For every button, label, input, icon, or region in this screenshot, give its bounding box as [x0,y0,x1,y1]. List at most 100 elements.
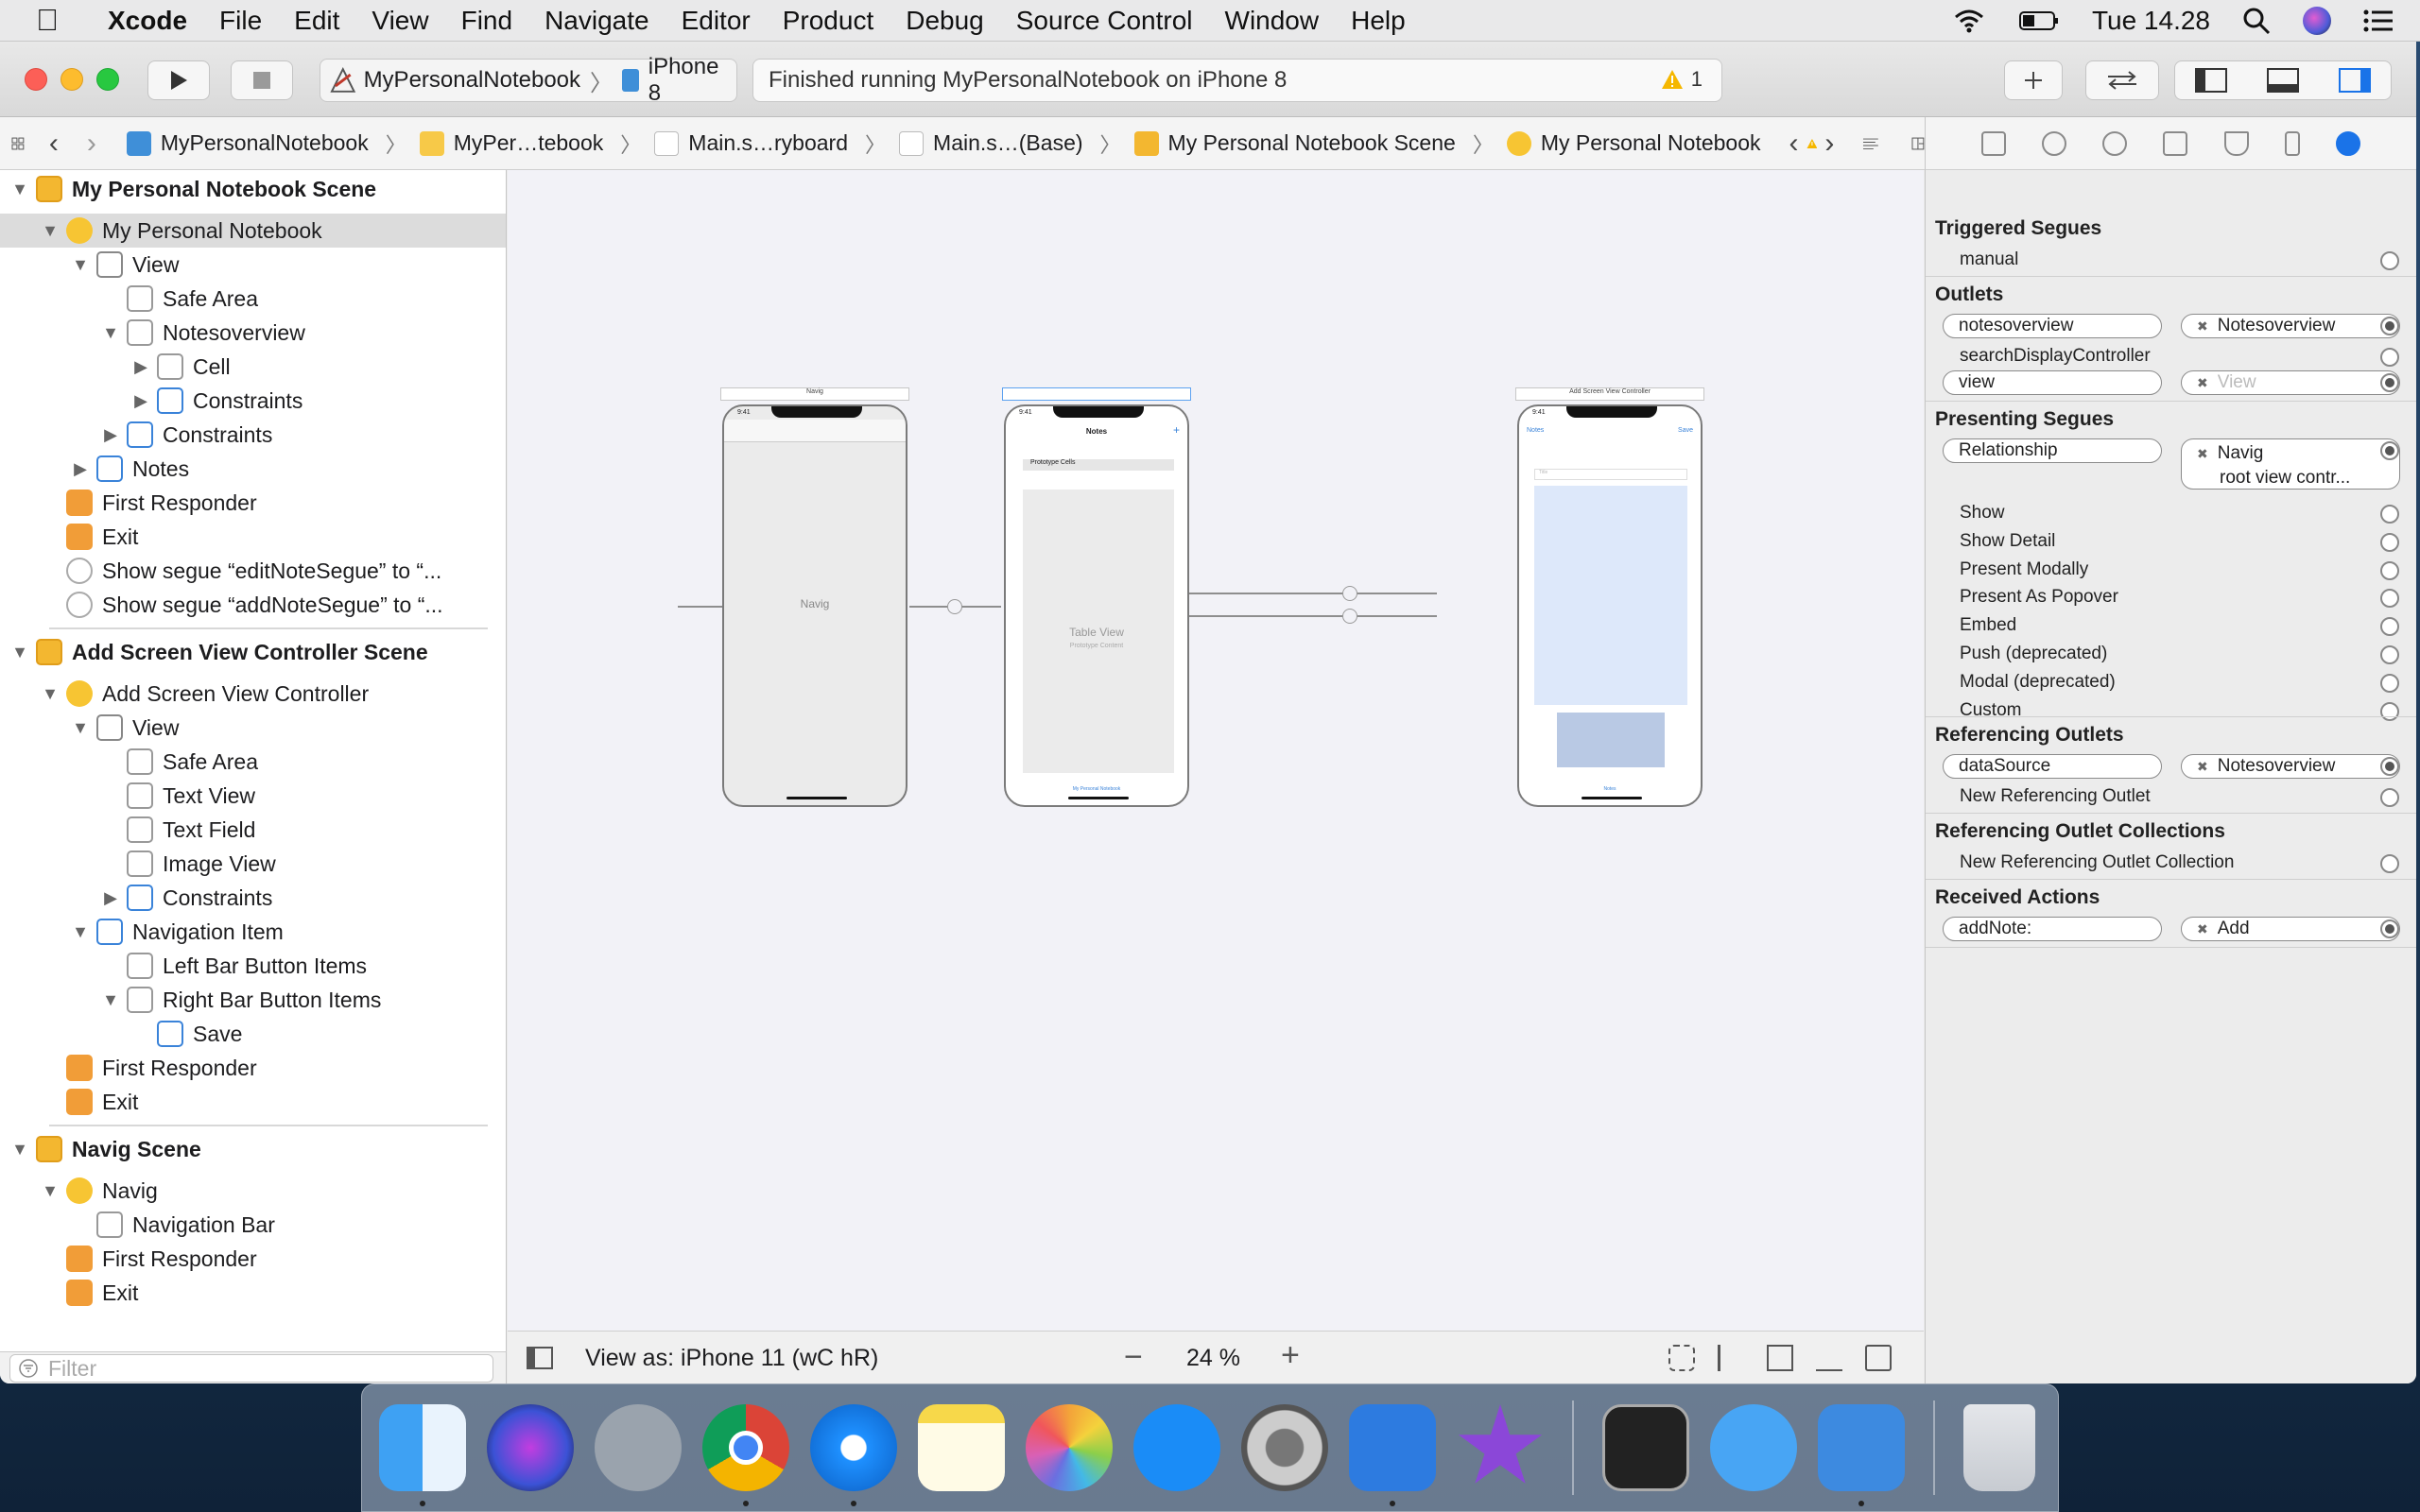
outline-row[interactable]: Safe Area [0,282,506,316]
presenting-segue-connector[interactable] [2380,701,2399,721]
add-note-connector[interactable] [2380,919,2399,938]
disclosure-expanded-icon[interactable]: ▼ [72,922,89,942]
related-items-icon[interactable] [11,130,25,157]
size-inspector-icon[interactable] [2284,130,2300,156]
identity-inspector-icon[interactable] [2163,130,2188,156]
add-screen-scene-dock[interactable]: Add Screen View Controller [1515,387,1704,401]
relationship-segue[interactable]: Relationship [1943,438,2162,463]
debug-area-toggle-icon[interactable] [2267,68,2299,93]
notesoverview-connector[interactable] [2380,317,2399,335]
previous-issue-icon[interactable]: ‹ [1789,128,1799,160]
minimize-window-button[interactable] [60,68,83,91]
outline-row[interactable]: ▶ Notes [0,452,506,486]
manual-segue-connector[interactable] [2380,251,2399,270]
view-outlet-connector[interactable] [2380,373,2399,392]
outline-row[interactable]: First Responder [0,1051,506,1085]
zoom-level[interactable]: 24 % [1186,1345,1240,1372]
menu-edit[interactable]: Edit [294,6,339,36]
notesoverview-outlet-target[interactable]: ✖ Notesoverview [2181,314,2400,338]
disclosure-expanded-icon[interactable]: ▼ [42,221,59,241]
add-constraints-icon[interactable] [1767,1345,1793,1371]
outline-row[interactable]: ▼ Add Screen View Controller [0,677,506,711]
forward-chevron-icon[interactable]: › [87,128,96,160]
crumb-storyboard[interactable]: Main.s…ryboard 〉 [654,129,886,159]
editor-options-icon[interactable] [1862,131,1879,156]
align-icon[interactable] [1718,1345,1744,1371]
disclosure-expanded-icon[interactable]: ▼ [11,1140,28,1160]
outline-row[interactable]: ▼ My Personal Notebook Scene [0,172,506,206]
add-note-segue-line[interactable] [1189,615,1437,617]
outline-row[interactable]: Show segue “editNoteSegue” to “... [0,554,506,588]
outline-row[interactable]: ▼ View [0,248,506,282]
outline-row[interactable]: ▶ Constraints [0,881,506,915]
outline-row[interactable]: Exit [0,520,506,554]
update-frames-icon[interactable] [1668,1345,1695,1371]
terminal-icon[interactable] [1602,1404,1689,1491]
disclosure-expanded-icon[interactable]: ▼ [11,180,28,199]
outline-row[interactable]: ▼ View [0,711,506,745]
datasource-outlet[interactable]: dataSource [1943,754,2162,779]
simulator-icon[interactable] [1818,1404,1905,1506]
outline-row[interactable]: ▶ Cell [0,350,506,384]
search-display-controller-connector[interactable] [2380,348,2399,367]
outline-row[interactable]: ▼ Navig Scene [0,1132,506,1166]
add-editor-icon[interactable] [1911,130,1925,157]
code-review-button[interactable] [2085,60,2159,100]
menu-product[interactable]: Product [783,6,874,36]
disconnect-icon[interactable]: ✖ [2197,375,2208,391]
outline-row[interactable]: Left Bar Button Items [0,949,506,983]
crumb-view-controller[interactable]: My Personal Notebook [1506,130,1761,156]
battery-icon[interactable] [2018,9,2060,32]
finder-icon[interactable] [379,1404,466,1506]
siri-icon[interactable] [2303,7,2331,35]
presenting-segue-connector[interactable] [2380,673,2399,693]
outline-row[interactable]: Image View [0,847,506,881]
outline-row[interactable]: ▼ Navig [0,1174,506,1208]
trash-icon[interactable] [1963,1404,2035,1491]
disclosure-collapsed-icon[interactable]: ▶ [102,888,119,908]
attributes-inspector-icon[interactable] [2223,130,2249,156]
outline-row[interactable]: First Responder [0,1242,506,1276]
menu-window[interactable]: Window [1225,6,1320,36]
outline-row[interactable]: Exit [0,1276,506,1310]
notes-scene-phone[interactable]: 9:41 Notes + Prototype Cells Table View … [1004,404,1189,807]
zoom-in-button[interactable]: + [1281,1337,1300,1374]
disclosure-expanded-icon[interactable]: ▼ [42,1181,59,1201]
embed-in-icon[interactable] [1865,1345,1892,1371]
presenting-segue-connector[interactable] [2380,589,2399,609]
notes-scene-dock[interactable] [1002,387,1191,401]
wifi-icon[interactable] [1952,8,1986,34]
storyboard-canvas[interactable]: Navig 9:41 Navig 9:41 Notes + Prototype … [508,170,1924,1372]
crumb-scene[interactable]: My Personal Notebook Scene 〉 [1133,129,1494,159]
menu-app-name[interactable]: Xcode [108,6,187,36]
menu-help[interactable]: Help [1351,6,1406,36]
crumb-storyboard-base[interactable]: Main.s…(Base) 〉 [899,129,1121,159]
outline-toggle-icon[interactable] [527,1347,553,1369]
crumb-folder[interactable]: MyPer…tebook 〉 [419,129,641,159]
outline-row[interactable]: ▼ Add Screen View Controller Scene [0,635,506,669]
edit-note-segue-icon[interactable] [1342,586,1357,601]
menu-clock[interactable]: Tue 14.28 [2092,6,2210,36]
outline-row[interactable]: Navigation Bar [0,1208,506,1242]
disclosure-expanded-icon[interactable]: ▼ [72,255,89,275]
safari-icon[interactable] [810,1404,897,1506]
outline-row[interactable]: ▼ Navigation Item [0,915,506,949]
photos-icon[interactable] [1026,1404,1113,1491]
presenting-segue-connector[interactable] [2380,617,2399,637]
presenting-segue-connector[interactable] [2380,532,2399,552]
file-inspector-icon[interactable] [1981,130,2007,156]
disclosure-expanded-icon[interactable]: ▼ [102,323,119,343]
outline-row[interactable]: Show segue “addNoteSegue” to “... [0,588,506,622]
app-store-icon[interactable] [1133,1404,1220,1491]
outline-row[interactable]: Text View [0,779,506,813]
spotlight-search-icon[interactable] [2242,7,2271,35]
disclosure-collapsed-icon[interactable]: ▶ [132,357,149,377]
add-note-segue-icon[interactable] [1342,609,1357,624]
resolve-issues-icon[interactable] [1816,1345,1842,1371]
edit-note-segue-line[interactable] [1189,593,1437,594]
navig-scene-phone[interactable]: 9:41 Navig [722,404,908,807]
add-note-action-target[interactable]: ✖ Add [2181,917,2400,941]
disclosure-expanded-icon[interactable]: ▼ [102,990,119,1010]
outline-row[interactable]: Exit [0,1085,506,1119]
crumb-project[interactable]: MyPersonalNotebook 〉 [126,129,406,159]
